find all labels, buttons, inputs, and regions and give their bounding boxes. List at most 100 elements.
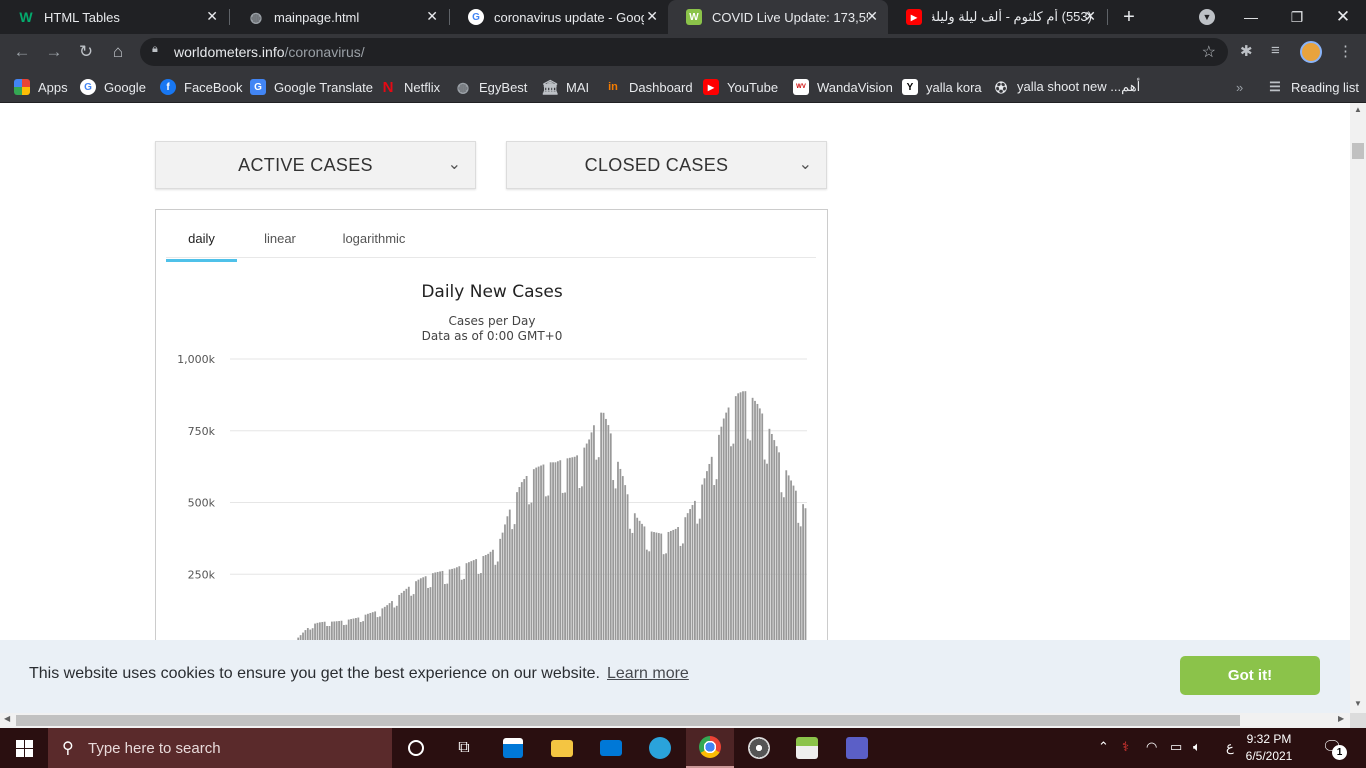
tab-search-icon[interactable]: ▼ xyxy=(1184,0,1230,34)
bookmark-yalla-kora[interactable]: Y yalla kora xyxy=(902,77,982,97)
bar xyxy=(708,463,711,646)
taskbar-search-box[interactable]: ⚲ Type here to search xyxy=(48,728,392,768)
learn-more-link[interactable]: Learn more xyxy=(607,665,689,683)
minimize-icon[interactable]: — xyxy=(1228,0,1274,34)
chevron-down-icon: ⌄ xyxy=(798,156,812,173)
bar xyxy=(470,561,473,646)
reading-list[interactable]: ☰ Reading list xyxy=(1267,77,1359,97)
bar xyxy=(441,570,444,646)
close-tab-icon[interactable]: ✕ xyxy=(206,8,218,25)
chart-subtitle: Cases per Day xyxy=(449,314,536,328)
bookmark-dashboard[interactable]: in Dashboard xyxy=(605,77,693,97)
back-arrow-icon[interactable]: ← xyxy=(10,40,34,64)
bar xyxy=(689,509,691,646)
scroll-up-icon[interactable]: ▲ xyxy=(1354,105,1362,114)
scroll-down-icon[interactable]: ▼ xyxy=(1354,699,1362,708)
bookmark-egybest[interactable]: ◍ EgyBest xyxy=(455,77,528,97)
active-cases-dropdown[interactable]: ACTIVE CASES ⌄ xyxy=(155,141,476,189)
antivirus-icon[interactable]: ⚕︎ xyxy=(1122,739,1129,755)
url-text[interactable]: worldometers.info/coronavirus/ xyxy=(174,44,365,60)
closed-cases-dropdown[interactable]: CLOSED CASES ⌄ xyxy=(506,141,827,189)
vertical-scrollbar[interactable]: ▲ ▼ xyxy=(1350,103,1366,713)
browser-tab[interactable]: W HTML Tables ✕ xyxy=(0,0,228,34)
teams-button[interactable] xyxy=(833,728,881,768)
bar xyxy=(715,479,718,646)
close-window-icon[interactable]: ✕ xyxy=(1320,0,1366,34)
bar xyxy=(775,446,778,646)
restore-icon[interactable]: ❐ xyxy=(1274,0,1320,34)
task-view-button[interactable]: ⧉ xyxy=(440,728,488,768)
close-tab-icon[interactable]: ✕ xyxy=(646,8,658,25)
taskbar-clock[interactable]: 9:32 PM 6/5/2021 xyxy=(1238,731,1300,765)
scrollbar-thumb[interactable] xyxy=(1352,143,1364,159)
browser-tab[interactable]: G coronavirus update - Google ✕ xyxy=(450,0,668,34)
media-control-icon[interactable]: ≡ xyxy=(1271,42,1280,59)
close-tab-icon[interactable]: ✕ xyxy=(866,8,878,25)
bar xyxy=(660,533,663,646)
cortana-button[interactable] xyxy=(392,728,440,768)
bookmark-star-icon[interactable]: ☆ xyxy=(1202,42,1216,62)
store-button[interactable] xyxy=(489,728,537,768)
wifi-icon[interactable]: ◠ xyxy=(1146,739,1157,755)
bar xyxy=(624,485,627,646)
bookmark-youtube[interactable]: ▶ YouTube xyxy=(703,77,778,97)
notepad-button[interactable] xyxy=(783,728,831,768)
bar xyxy=(645,549,648,646)
show-hidden-icons-icon[interactable]: ⌃ xyxy=(1098,739,1109,755)
battery-icon[interactable]: ▭ xyxy=(1170,739,1182,755)
close-tab-icon[interactable]: ✕ xyxy=(1084,8,1096,25)
bar xyxy=(754,400,756,646)
close-tab-icon[interactable]: ✕ xyxy=(426,8,438,25)
bar xyxy=(419,578,422,646)
media-player-button[interactable] xyxy=(735,728,783,768)
bookmark-wandavision[interactable]: WV WandaVision xyxy=(793,77,893,97)
bar xyxy=(549,462,552,646)
browser-toolbar: ← → ↻ ⌂ 🔒︎ worldometers.info/coronavirus… xyxy=(0,34,1366,70)
forward-arrow-icon[interactable]: → xyxy=(42,40,66,64)
menu-dots-icon[interactable]: ⋮ xyxy=(1338,42,1353,60)
new-tab-button[interactable]: + xyxy=(1106,0,1152,34)
telegram-button[interactable] xyxy=(636,728,684,768)
bar xyxy=(434,572,437,646)
bar xyxy=(804,508,807,646)
volume-icon[interactable]: 🔈︎ xyxy=(1193,739,1201,755)
profile-avatar[interactable] xyxy=(1300,41,1322,63)
home-icon[interactable]: ⌂ xyxy=(106,40,130,64)
bar xyxy=(631,532,634,646)
y-tick-label: 1,000k xyxy=(177,353,215,366)
url-path: /coronavirus/ xyxy=(284,44,365,60)
extensions-icon[interactable]: ✱ xyxy=(1240,42,1253,60)
windows-start-button[interactable] xyxy=(0,728,48,768)
scroll-right-icon[interactable]: ▶ xyxy=(1338,714,1344,723)
bookmark-google[interactable]: G Google xyxy=(80,77,146,97)
bookmark-mai[interactable]: 🏛︎ MAI xyxy=(541,77,589,97)
bookmark-apps[interactable]: Apps xyxy=(14,77,68,97)
bookmark-google-translate[interactable]: G Google Translate xyxy=(250,77,373,97)
dashboard-icon: in xyxy=(608,81,618,93)
mail-button[interactable] xyxy=(587,728,635,768)
clock-time: 9:32 PM xyxy=(1246,732,1292,746)
chrome-button[interactable] xyxy=(686,728,734,768)
got-it-button[interactable]: Got it! xyxy=(1180,656,1320,695)
scroll-left-icon[interactable]: ◀ xyxy=(4,714,10,723)
bookmark-yalla-shoot[interactable]: ⚽︎ yalla shoot new ...أهم xyxy=(993,77,1140,97)
browser-tab[interactable]: ▶ (553) أم كلثوم - ألف ليلة وليلة ✕ xyxy=(888,0,1106,34)
browser-tab[interactable]: ◍ mainpage.html ✕ xyxy=(230,0,448,34)
reload-icon[interactable]: ↻ xyxy=(74,40,98,64)
bookmark-facebook[interactable]: f FaceBook xyxy=(160,77,243,97)
bar xyxy=(480,573,482,646)
scrollbar-thumb[interactable] xyxy=(16,715,1240,726)
bar xyxy=(540,465,542,646)
file-explorer-button[interactable] xyxy=(538,728,586,768)
dropdown-label: CLOSED CASES xyxy=(584,155,729,175)
bookmark-netflix[interactable]: N Netflix xyxy=(380,77,441,97)
cortana-icon xyxy=(408,740,424,756)
bookmarks-overflow-icon[interactable]: » xyxy=(1236,77,1243,97)
horizontal-scrollbar[interactable]: ◀ ▶ xyxy=(0,713,1350,728)
notification-center-icon[interactable]: 🗨︎1 xyxy=(1322,737,1347,760)
bar xyxy=(672,529,675,646)
input-language[interactable]: ع xyxy=(1226,739,1234,755)
address-bar[interactable]: 🔒︎ worldometers.info/coronavirus/ ☆ xyxy=(140,38,1228,66)
browser-tab-active[interactable]: W COVID Live Update: 173,550,4 ✕ xyxy=(668,0,888,34)
bar xyxy=(422,577,425,646)
